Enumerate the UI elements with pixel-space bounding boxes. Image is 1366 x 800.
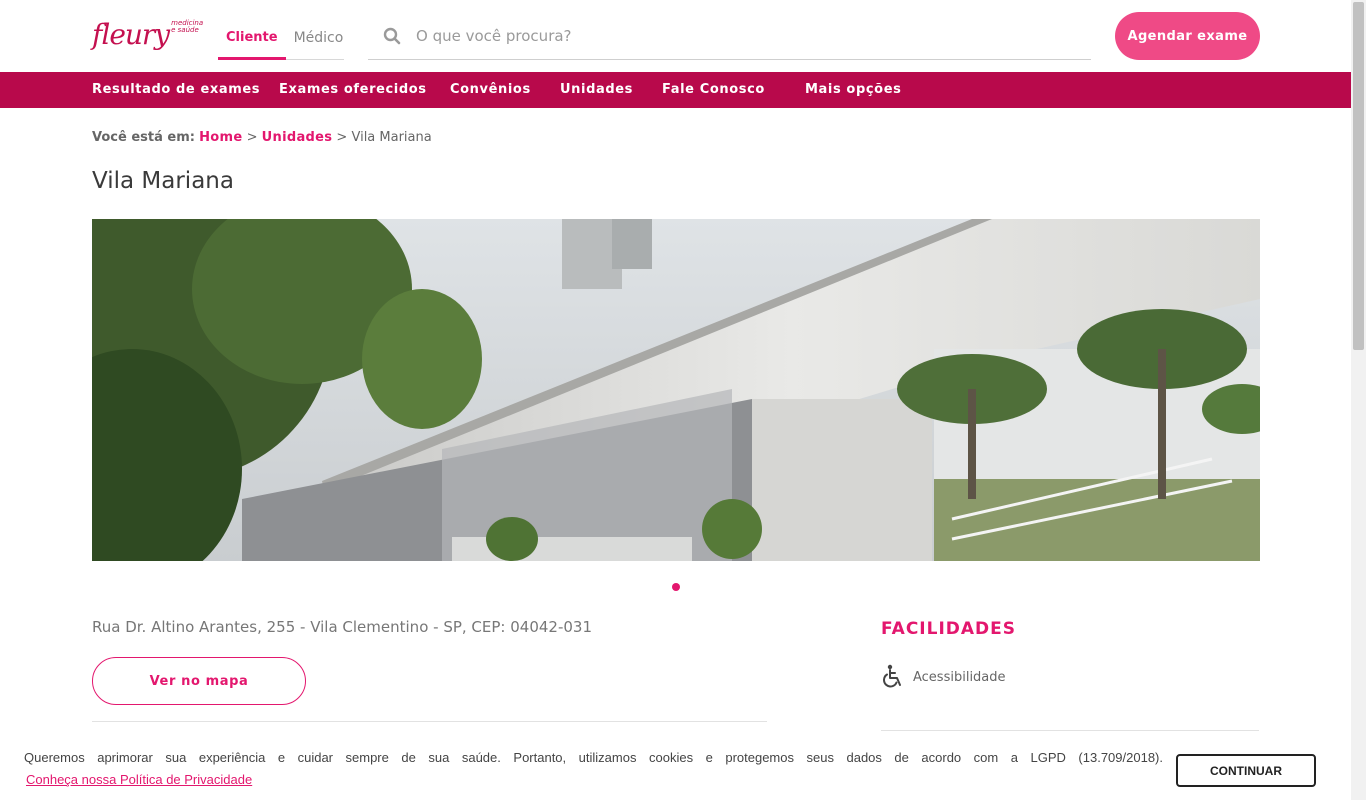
- privacy-policy-link[interactable]: Conheça nossa Política de Privacidade: [26, 772, 252, 787]
- scrollbar-thumb[interactable]: [1353, 2, 1364, 350]
- page-title: Vila Mariana: [92, 168, 234, 194]
- divider: [881, 730, 1259, 731]
- carousel-dots: [672, 583, 680, 591]
- nav-item-unidades[interactable]: Unidades: [560, 72, 633, 108]
- facility-item-acessibilidade: Acessibilidade: [881, 664, 1006, 690]
- facilities-title: FACILIDADES: [881, 619, 1017, 639]
- search-icon[interactable]: [368, 27, 416, 45]
- audience-tabs: Cliente Médico: [218, 20, 344, 60]
- tab-cliente[interactable]: Cliente: [218, 20, 286, 60]
- wheelchair-icon: [883, 664, 901, 688]
- tab-medico[interactable]: Médico: [286, 20, 352, 60]
- nav-item-resultado-de-exames[interactable]: Resultado de exames: [92, 72, 260, 108]
- breadcrumb-current: Vila Mariana: [351, 130, 432, 145]
- nav-item-exames-oferecidos[interactable]: Exames oferecidos: [279, 72, 427, 108]
- nav-item-fale-conosco[interactable]: Fale Conosco: [662, 72, 765, 108]
- fleury-logo[interactable]: fleury medicina e saúde: [92, 14, 205, 50]
- nav-item-convenios[interactable]: Convênios: [450, 72, 531, 108]
- divider: [92, 721, 767, 722]
- cookie-continue-button[interactable]: CONTINUAR: [1176, 754, 1316, 787]
- breadcrumb-unidades-link[interactable]: Unidades: [262, 130, 333, 145]
- breadcrumb-prefix: Você está em:: [92, 130, 195, 145]
- breadcrumb-home-link[interactable]: Home: [199, 130, 242, 145]
- unit-address: Rua Dr. Altino Arantes, 255 - Vila Cleme…: [92, 618, 592, 636]
- site-header: fleury medicina e saúde Cliente Médico A…: [0, 0, 1351, 72]
- unit-photo: [92, 219, 1260, 561]
- nav-item-mais-opcoes[interactable]: Mais opções: [805, 72, 901, 108]
- main-nav: Resultado de exames Exames oferecidos Co…: [0, 72, 1351, 108]
- breadcrumb-separator: >: [336, 130, 348, 145]
- breadcrumb: Você está em: Home > Unidades > Vila Mar…: [92, 130, 432, 145]
- facility-label: Acessibilidade: [913, 669, 1006, 685]
- page-scrollbar[interactable]: [1351, 0, 1366, 800]
- breadcrumb-separator: >: [246, 130, 258, 145]
- logo-wordmark: fleury: [92, 18, 170, 51]
- cookie-message: Queremos aprimorar sua experiência e cui…: [24, 750, 1163, 765]
- carousel-dot-active[interactable]: [672, 583, 680, 591]
- cookie-banner: Queremos aprimorar sua experiência e cui…: [0, 740, 1351, 800]
- logo-tagline: medicina e saúde: [171, 19, 204, 34]
- schedule-exam-button[interactable]: Agendar exame: [1115, 12, 1260, 60]
- search-bar: [368, 12, 1091, 60]
- view-on-map-button[interactable]: Ver no mapa: [92, 657, 306, 705]
- search-input[interactable]: [416, 26, 1056, 45]
